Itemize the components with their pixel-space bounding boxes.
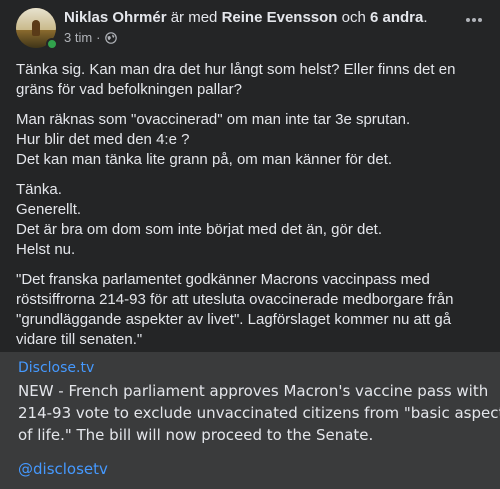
text-line: Det är bra om dom som inte börjat med de… <box>16 221 383 238</box>
more-horizontal-icon[interactable] <box>462 14 486 26</box>
post-meta: 3 tim · <box>64 30 117 45</box>
text-line: gräns för vad befolkningen pallar? <box>16 81 242 98</box>
and-text: och <box>337 9 370 26</box>
with-text: är med <box>166 9 222 26</box>
text-line: Det kan man tänka lite grann på, om man … <box>16 151 393 168</box>
text-line: "grundläggande aspekter av livet". Lagfö… <box>16 311 452 328</box>
post-paragraph: Man räknas som "ovaccinerad" om man inte… <box>16 110 486 170</box>
link-preview-text: NEW - French parliament approves Macron'… <box>18 380 500 446</box>
tagged-person[interactable]: Reine Evensson <box>222 9 338 26</box>
post-paragraph: Tänka. Generellt. Det är bra om dom som … <box>16 180 486 260</box>
text-line: "Det franska parlamentet godkänner Macro… <box>16 271 430 288</box>
avatar-figure <box>32 20 40 36</box>
text-line: Generellt. <box>16 201 82 218</box>
text-line: röstsiffrorna 214-93 för att utesluta ov… <box>16 291 454 308</box>
post-paragraph: Tänka sig. Kan man dra det hur långt som… <box>16 60 486 100</box>
online-status-indicator <box>46 38 58 50</box>
link-preview-line: 214-93 vote to exclude unvaccinated citi… <box>18 404 500 422</box>
text-line: Helst nu. <box>16 241 76 258</box>
link-preview-line: NEW - French parliament approves Macron'… <box>18 382 489 400</box>
meta-separator: · <box>96 30 101 45</box>
author-name[interactable]: Niklas Ohrmér <box>64 9 167 26</box>
others-link[interactable]: 6 andra <box>370 9 423 26</box>
post-header: Niklas Ohrmér är med Reine Evensson och … <box>16 8 486 50</box>
globe-icon[interactable] <box>104 31 117 44</box>
link-preview-card[interactable]: Disclose.tv NEW - French parliament appr… <box>0 352 500 489</box>
link-preview-source[interactable]: Disclose.tv <box>18 360 94 376</box>
text-line: vidare till senaten." <box>16 331 143 348</box>
text-line: Tänka. <box>16 181 62 198</box>
link-preview-handle[interactable]: @disclosetv <box>18 460 108 478</box>
text-line: Tänka sig. Kan man dra det hur långt som… <box>16 61 456 78</box>
post-timestamp[interactable]: 3 tim <box>64 30 92 45</box>
link-preview-line: of life." The bill will now proceed to t… <box>18 426 374 444</box>
text-line: Man räknas som "ovaccinerad" om man inte… <box>16 111 411 128</box>
period: . <box>423 9 428 26</box>
text-line: Hur blir det med den 4:e ? <box>16 131 190 148</box>
post-text: Tänka sig. Kan man dra det hur långt som… <box>16 60 486 360</box>
facebook-post: Niklas Ohrmér är med Reine Evensson och … <box>0 0 500 489</box>
post-author-line: Niklas Ohrmér är med Reine Evensson och … <box>64 9 428 26</box>
post-paragraph: "Det franska parlamentet godkänner Macro… <box>16 270 486 350</box>
